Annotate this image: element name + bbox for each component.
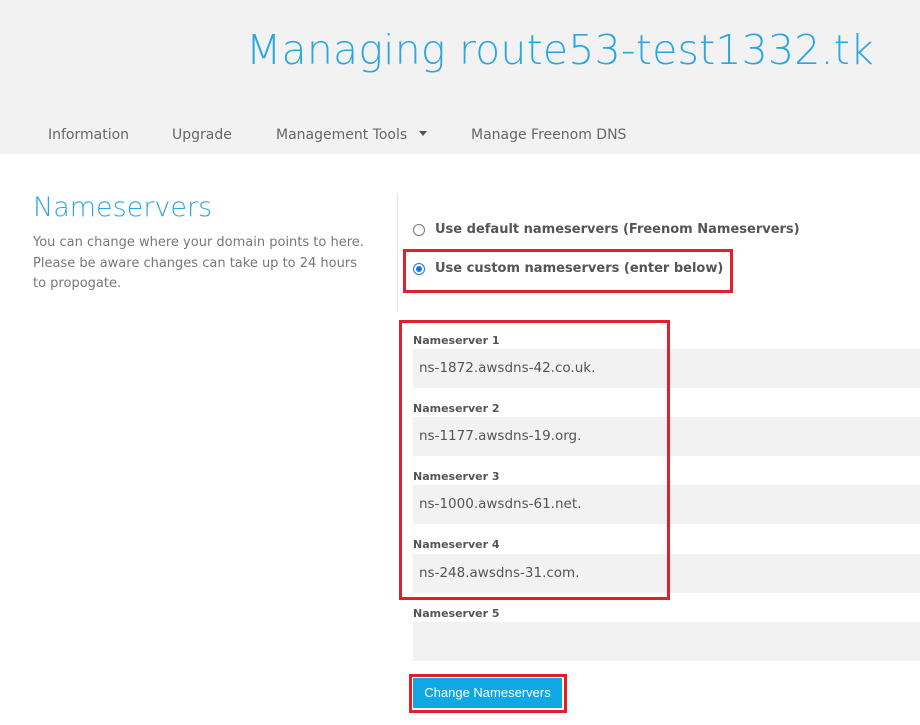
radio-custom-nameservers[interactable]: Use custom nameservers (enter below) bbox=[413, 261, 723, 276]
nav-item-management-tools[interactable]: Management Tools bbox=[276, 127, 428, 143]
nameserver-5-input[interactable] bbox=[413, 622, 920, 661]
column-divider bbox=[397, 194, 398, 312]
page-title: Managing route53-test1332.tk bbox=[245, 26, 874, 74]
nav-item-information[interactable]: Information bbox=[48, 127, 129, 143]
radio-button-custom[interactable] bbox=[413, 262, 425, 275]
nav-item-upgrade[interactable]: Upgrade bbox=[172, 127, 232, 143]
domain-nav: Information Upgrade Management Tools Man… bbox=[0, 117, 920, 154]
radio-button-default[interactable] bbox=[413, 223, 425, 236]
highlight-nameserver-fields bbox=[399, 320, 670, 600]
change-nameservers-button[interactable]: Change Nameservers bbox=[413, 678, 562, 708]
nav-item-management-tools-label: Management Tools bbox=[276, 127, 408, 143]
chevron-down-icon bbox=[419, 130, 428, 136]
section-description: You can change where your domain points … bbox=[33, 235, 364, 291]
nav-item-manage-freenom-dns[interactable]: Manage Freenom DNS bbox=[471, 127, 626, 143]
radio-default-nameservers[interactable]: Use default nameservers (Freenom Nameser… bbox=[413, 222, 800, 237]
nameserver-5-label: Nameserver 5 bbox=[413, 607, 500, 620]
radio-label-default: Use default nameservers (Freenom Nameser… bbox=[435, 222, 800, 237]
page-header: Managing route53-test1332.tk Information… bbox=[0, 0, 920, 154]
radio-label-custom: Use custom nameservers (enter below) bbox=[435, 261, 724, 276]
section-title: Nameservers bbox=[33, 192, 213, 223]
section-intro: Nameservers You can change where your do… bbox=[33, 192, 378, 295]
